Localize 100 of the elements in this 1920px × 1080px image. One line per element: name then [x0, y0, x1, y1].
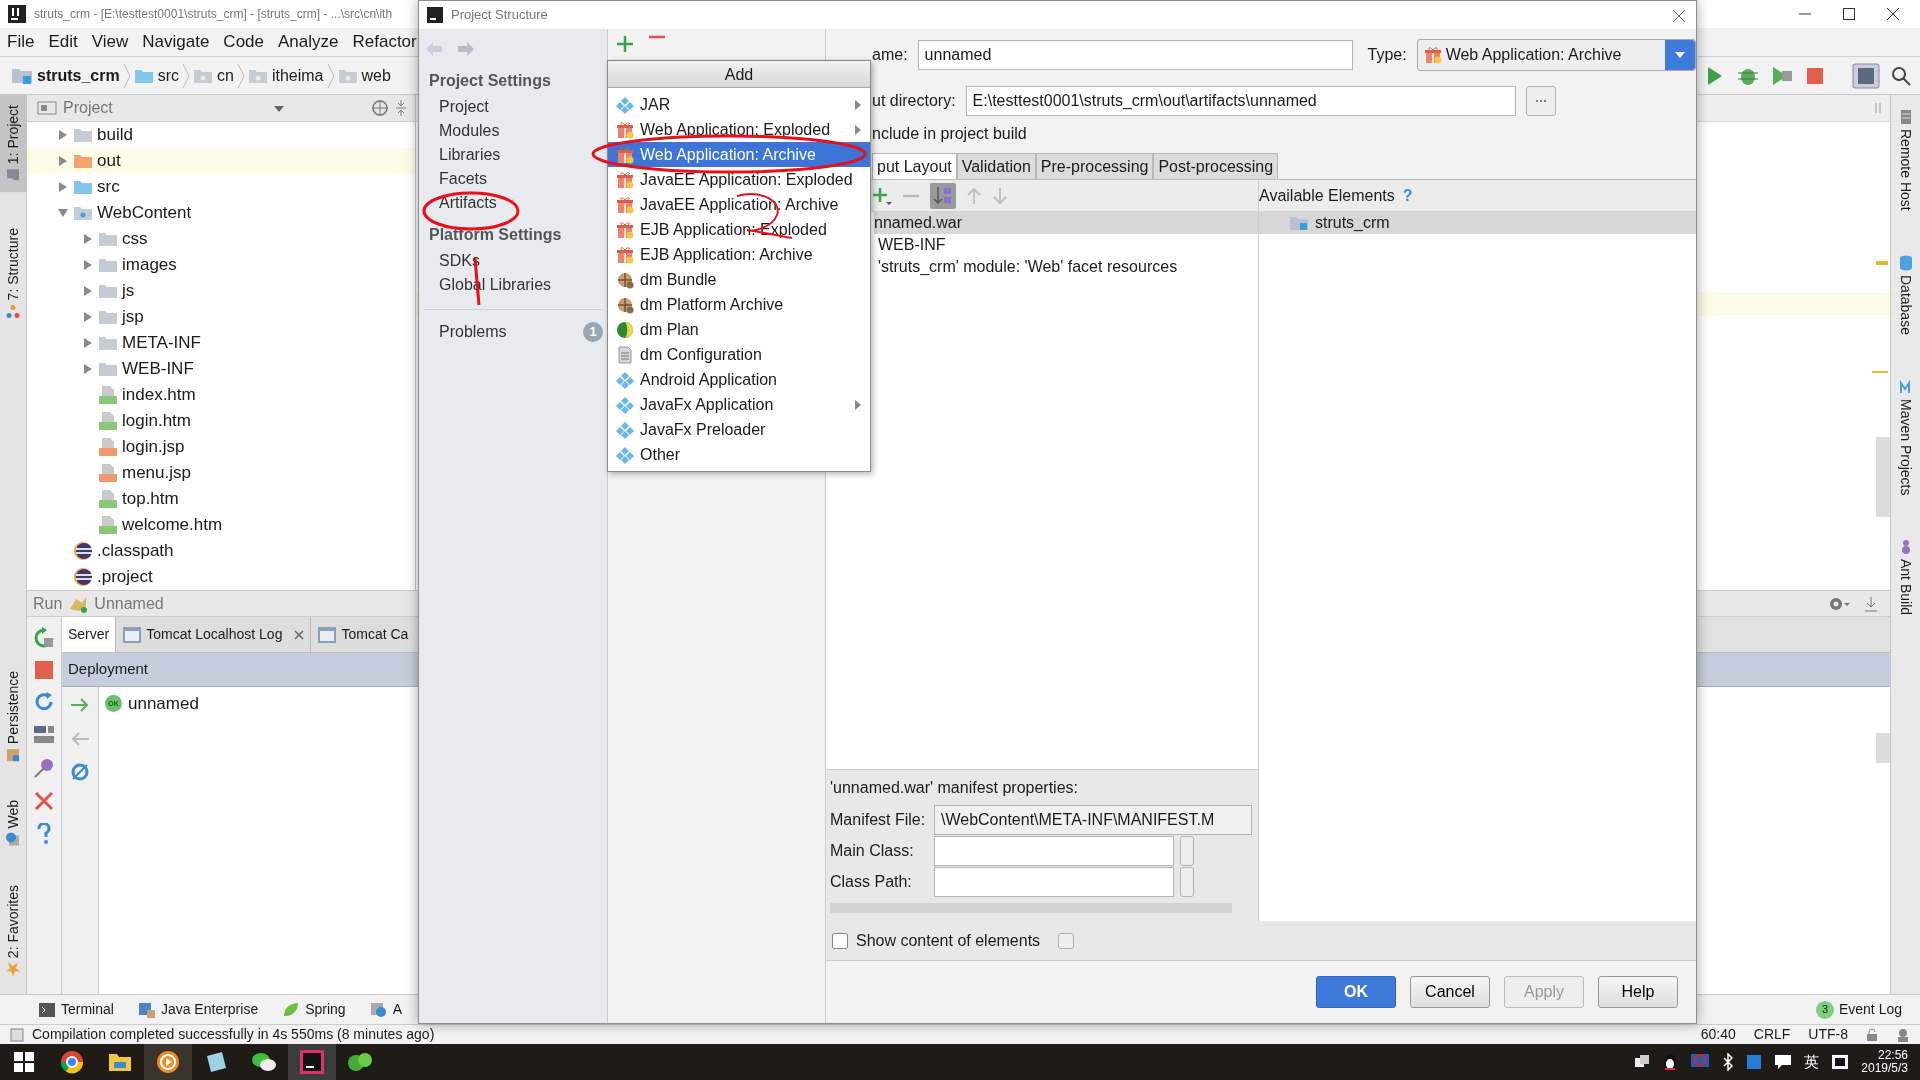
caret-position[interactable]: 60:40	[1700, 1024, 1736, 1045]
tool-window-tab[interactable]: Web	[0, 790, 27, 857]
tool-window-tab[interactable]: Remote Host	[1891, 101, 1920, 219]
tool-window-tab[interactable]: Database	[1891, 246, 1920, 343]
tab[interactable]: Tomcat Ca	[311, 617, 409, 652]
nav-item[interactable]: Problems	[439, 320, 507, 344]
tree-item[interactable]: 'struts_crm' module: 'Web' facet resources	[874, 256, 1258, 278]
menu-item[interactable]: Code	[218, 27, 269, 57]
checkbox-label[interactable]: Show content of elements	[856, 928, 1041, 953]
event-log-tab[interactable]: 3 Event Log	[1815, 999, 1902, 1020]
nav-item[interactable]: SDKs	[419, 249, 607, 273]
nav-item[interactable]: Artifacts	[419, 191, 607, 215]
tab[interactable]: put Layout	[872, 153, 957, 179]
line-separator[interactable]: CRLF	[1753, 1024, 1791, 1045]
menu-item[interactable]: dm Platform Archive	[608, 292, 870, 317]
tree-item[interactable]: index.htm	[27, 382, 415, 408]
scrollbar-thumb[interactable]	[1876, 437, 1890, 517]
tree-item[interactable]: .classpath	[27, 538, 415, 564]
tab[interactable]: Post-processing	[1153, 153, 1279, 179]
tree-item[interactable]: js	[27, 278, 415, 304]
tool-window-tab[interactable]: Persistence	[0, 661, 27, 773]
tree-item[interactable]: .project	[27, 564, 415, 590]
deployment-name[interactable]: unnamed	[128, 691, 199, 717]
tool-window-tab[interactable]: Terminal	[38, 999, 114, 1020]
taskbar-clock[interactable]: 22:56 2019/5/3	[1861, 1048, 1908, 1076]
tree-item[interactable]: nnamed.war	[874, 212, 1258, 234]
tree-item[interactable]: top.htm	[27, 486, 415, 512]
input-field[interactable]	[934, 866, 1174, 897]
menu-item[interactable]: Android Application	[608, 367, 870, 392]
options-icon[interactable]	[1058, 932, 1075, 949]
browse-button[interactable]	[1525, 86, 1556, 116]
tab[interactable]: Tomcat Localhost Log	[116, 617, 312, 652]
tool-window-tab[interactable]: Spring	[282, 999, 346, 1020]
tool-window-tab[interactable]: Ant Build	[1891, 531, 1920, 624]
type-dropdown[interactable]: Web Application: Archive	[1416, 39, 1696, 71]
manifest-file-field[interactable]: \WebContent\META-INF\MANIFEST.M	[934, 804, 1252, 835]
tree-item[interactable]: menu.jsp	[27, 460, 415, 486]
tree-item[interactable]: WEB-INF	[27, 356, 415, 382]
tool-window-tab[interactable]: 7: Structure	[0, 218, 27, 329]
menu-item[interactable]: EJB Application: Archive	[608, 242, 870, 267]
output-directory-field[interactable]: E:\testtest0001\struts_crm\out\artifacts\unnamed	[965, 86, 1516, 116]
breadcrumb-item[interactable]: cn	[190, 63, 237, 88]
browse-button[interactable]	[1180, 866, 1194, 897]
menu-item[interactable]: Refactor	[347, 27, 422, 57]
menu-item[interactable]: Analyze	[273, 27, 344, 57]
tree-item[interactable]: css	[27, 226, 415, 252]
menu-item[interactable]: Navigate	[137, 27, 215, 57]
tab[interactable]: Pre-processing	[1035, 153, 1154, 179]
checkbox-label[interactable]: nclude in project build	[872, 122, 1027, 146]
tool-window-tab[interactable]: Java Enterprise	[137, 999, 259, 1020]
menu-item[interactable]: Web Application: Exploded	[608, 117, 870, 142]
file-encoding[interactable]: UTF-8	[1808, 1024, 1848, 1045]
dialog-button[interactable]: Help	[1598, 976, 1678, 1008]
nav-item[interactable]: Facets	[419, 167, 607, 191]
menu-item[interactable]: JavaEE Application: Exploded	[608, 167, 870, 192]
tree-item[interactable]: build	[27, 122, 415, 148]
browse-button[interactable]	[1180, 835, 1194, 866]
tab[interactable]: Server	[62, 617, 117, 652]
nav-item[interactable]: Project	[419, 95, 607, 119]
breadcrumb-item[interactable]: web	[334, 63, 394, 88]
menu-item[interactable]: Other	[608, 442, 870, 467]
menu-item[interactable]: File	[2, 27, 40, 57]
tree-item[interactable]: WEB-INF	[874, 234, 1258, 256]
menu-item[interactable]: JavaFx Application	[608, 392, 870, 417]
tree-item[interactable]: out	[27, 148, 415, 174]
taskbar-button[interactable]	[144, 1044, 192, 1080]
input-field[interactable]	[934, 835, 1174, 866]
tree-item[interactable]: META-INF	[27, 330, 415, 356]
tree-item[interactable]: login.jsp	[27, 434, 415, 460]
nav-item[interactable]: Libraries	[419, 143, 607, 167]
tree-item[interactable]: welcome.htm	[27, 512, 415, 538]
tree-item[interactable]: images	[27, 252, 415, 278]
scrollbar-thumb[interactable]	[1876, 733, 1890, 763]
checkbox[interactable]	[832, 932, 848, 949]
tool-window-tab[interactable]: 1: Project	[0, 95, 27, 193]
menu-item[interactable]: dm Plan	[608, 317, 870, 342]
tree-item[interactable]: jsp	[27, 304, 415, 330]
tool-window-tab[interactable]: 2: Favorites	[0, 874, 27, 986]
name-field[interactable]: unnamed	[917, 40, 1354, 70]
menu-item[interactable]: EJB Application: Exploded	[608, 217, 870, 242]
menu-item[interactable]: View	[86, 27, 134, 57]
menu-item[interactable]: JavaFx Preloader	[608, 417, 870, 442]
tree-item[interactable]: WebContent	[27, 200, 415, 226]
tab[interactable]: Validation	[956, 153, 1036, 179]
menu-item[interactable]: JAR	[608, 92, 870, 117]
menu-item[interactable]: dm Configuration	[608, 342, 870, 367]
tree-item[interactable]: login.htm	[27, 408, 415, 434]
tool-window-tab[interactable]: Maven Projects	[1891, 370, 1920, 504]
input-method-indicator[interactable]: 英	[1804, 1050, 1820, 1074]
tool-window-tab[interactable]: A	[369, 999, 402, 1020]
nav-item[interactable]: Modules	[419, 119, 607, 143]
dialog-button[interactable]: Cancel	[1410, 976, 1490, 1008]
breadcrumb-item[interactable]: itheima	[244, 63, 327, 88]
menu-item[interactable]: Edit	[43, 27, 83, 57]
menu-item[interactable]: Web Application: Archive	[608, 142, 870, 167]
menu-item[interactable]: dm Bundle	[608, 267, 870, 292]
tree-item[interactable]: struts_crm	[1259, 212, 1696, 234]
breadcrumb-item[interactable]: src	[130, 63, 183, 88]
breadcrumb-item[interactable]: struts_crm	[8, 63, 123, 88]
dialog-button[interactable]: OK	[1316, 976, 1396, 1008]
